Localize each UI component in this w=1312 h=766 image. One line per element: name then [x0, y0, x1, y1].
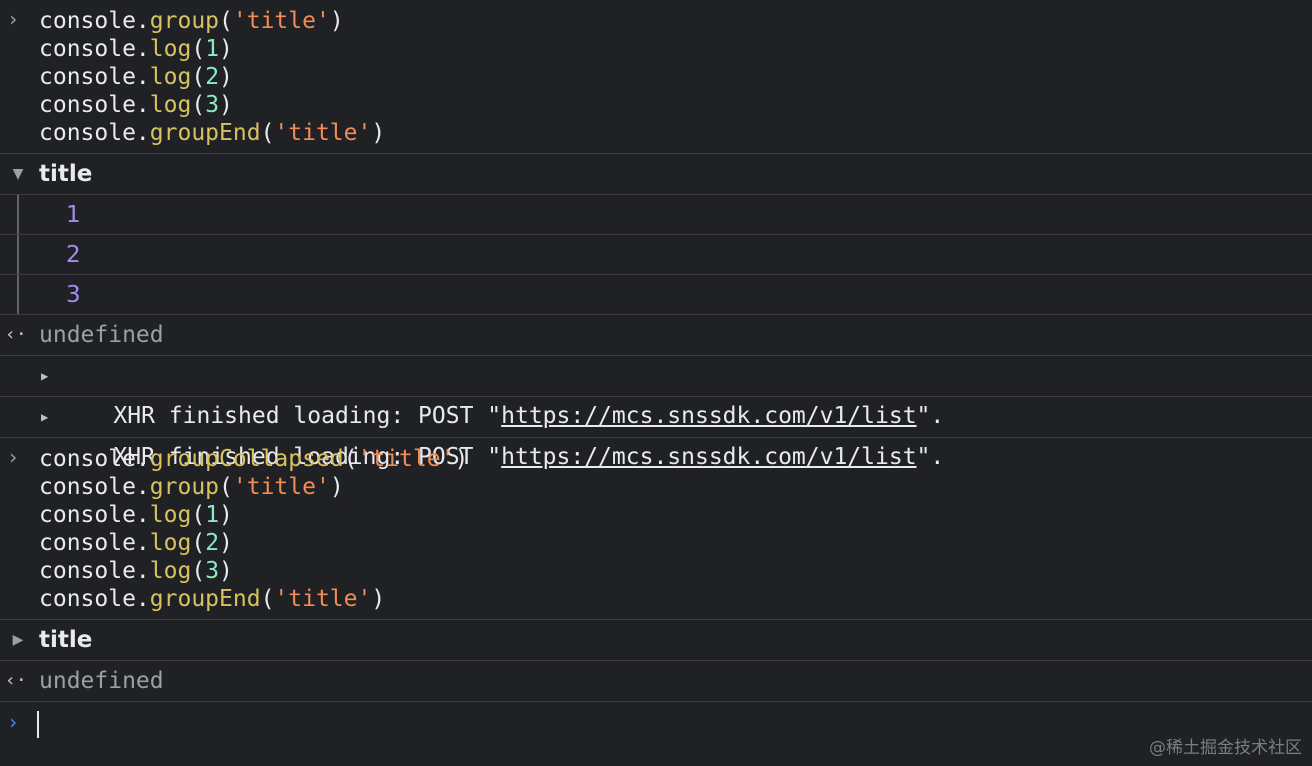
result-value: undefined	[39, 322, 164, 348]
group-label: title	[39, 627, 93, 653]
text-caret	[37, 711, 39, 738]
triangle-right-icon[interactable]: ▶	[41, 397, 48, 437]
log-value: 3	[66, 282, 81, 308]
return-arrow-icon: ‹·	[5, 670, 27, 691]
code-line: console.groupEnd('title')	[39, 120, 386, 146]
console-prompt-input[interactable]: ›	[0, 702, 1312, 746]
xhr-log-row[interactable]: ▶ XHR finished loading: POST "https://mcs…	[0, 356, 1312, 429]
code-line: console.groupCollapsed('title')	[39, 446, 469, 472]
prompt-chevron-icon: ›	[7, 445, 20, 469]
result-value: undefined	[39, 668, 164, 694]
triangle-right-icon[interactable]: ▶	[41, 356, 48, 396]
console-input-entry-1[interactable]: › console.group('title') console.log(1) …	[0, 0, 1312, 154]
code-line: console.groupEnd('title')	[39, 586, 386, 612]
code-line: console.group('title')	[39, 8, 344, 34]
console-result-row: ‹· undefined	[0, 315, 1312, 356]
log-value: 1	[66, 202, 81, 228]
triangle-right-icon[interactable]: ▶	[10, 620, 26, 660]
console-group-header-collapsed[interactable]: ▶ title	[0, 620, 1312, 661]
prompt-chevron-icon: ›	[7, 710, 20, 734]
group-indent-rail	[17, 275, 19, 314]
code-line: console.log(3)	[39, 92, 233, 118]
code-line: console.group('title')	[39, 474, 344, 500]
console-group-header-expanded[interactable]: ▼ title	[0, 154, 1312, 195]
group-log-row: 2	[0, 235, 1312, 275]
prompt-chevron-icon: ›	[7, 7, 20, 31]
log-value: 2	[66, 242, 81, 268]
group-log-row: 1	[0, 195, 1312, 235]
group-log-row: 3	[0, 275, 1312, 315]
code-line: console.log(2)	[39, 530, 233, 556]
code-line: console.log(1)	[39, 36, 233, 62]
triangle-down-icon[interactable]: ▼	[10, 154, 26, 194]
group-indent-rail	[17, 195, 19, 234]
watermark: @稀土掘金技术社区	[1149, 738, 1302, 758]
devtools-console: › console.group('title') console.log(1) …	[0, 0, 1312, 766]
return-arrow-icon: ‹·	[5, 324, 27, 345]
xhr-log-row[interactable]: ▶ XHR finished loading: POST "https://mcs…	[0, 397, 1312, 470]
code-line: console.log(1)	[39, 502, 233, 528]
console-input-entry-2[interactable]: › console.groupCollapsed('title') consol…	[0, 438, 1312, 620]
code-line: console.log(3)	[39, 558, 233, 584]
group-indent-rail	[17, 235, 19, 274]
group-label: title	[39, 161, 93, 187]
console-result-row: ‹· undefined	[0, 661, 1312, 702]
code-line: console.log(2)	[39, 64, 233, 90]
